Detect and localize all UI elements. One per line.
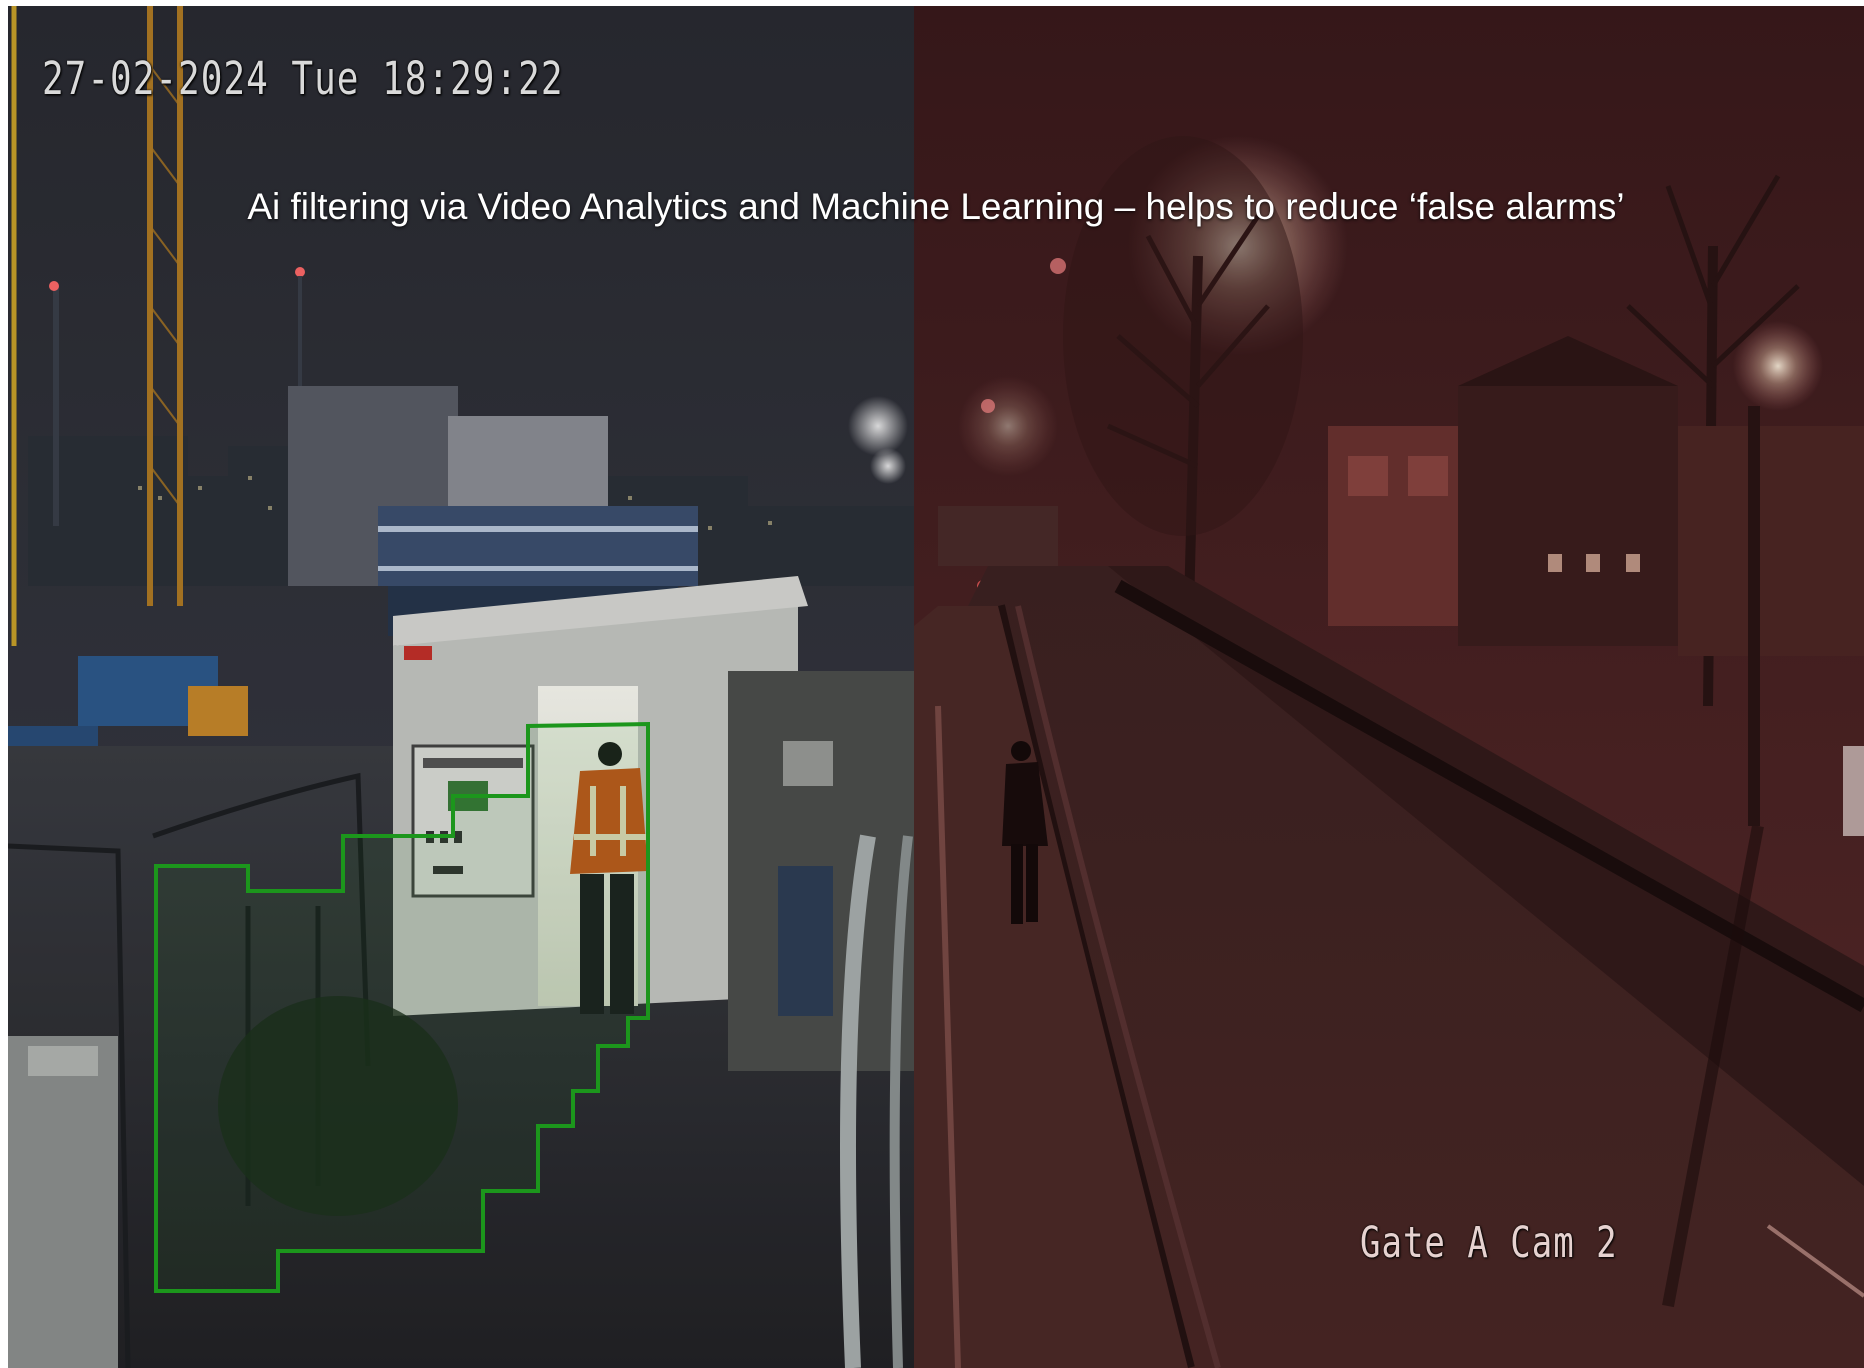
camera-label: Gate A Cam 2 (1360, 1218, 1618, 1268)
cctv-composite-frame: 27-02-2024 Tue 18:29:22 Ai filtering via… (8, 6, 1864, 1368)
cctv-timestamp: 27-02-2024 Tue 18:29:22 (42, 54, 564, 106)
headline-caption: Ai filtering via Video Analytics and Mac… (247, 186, 1625, 227)
